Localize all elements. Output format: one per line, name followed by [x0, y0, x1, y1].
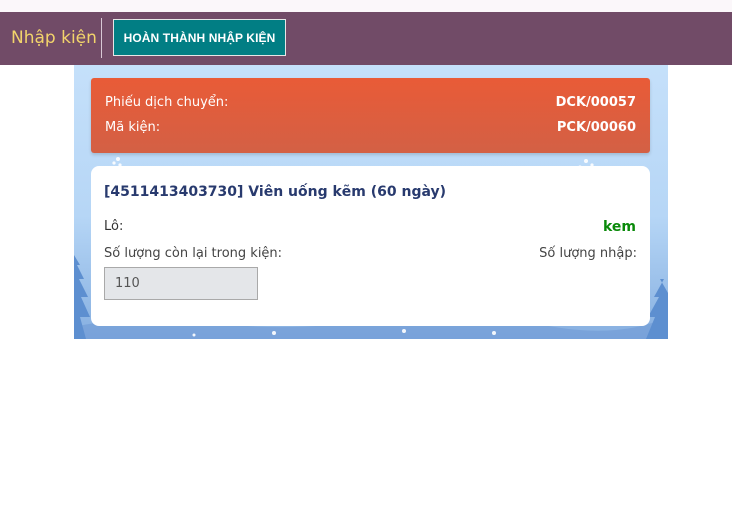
lot-label: Lô: [104, 219, 124, 234]
page-title: Nhập kiện [11, 28, 97, 48]
import-quantity-label: Số lượng nhập: [539, 246, 637, 261]
navbar-divider [101, 18, 102, 58]
product-card: [4511413403730] Viên uống kẽm (60 ngày) … [91, 166, 650, 326]
remaining-quantity-field[interactable] [104, 267, 258, 300]
package-value: PCK/00060 [556, 120, 636, 135]
top-navbar: Nhập kiện HOÀN THÀNH NHẬP KIỆN [0, 12, 732, 65]
remaining-quantity-label: Số lượng còn lại trong kiện: [104, 246, 283, 261]
top-strip [0, 0, 732, 12]
finish-import-button[interactable]: HOÀN THÀNH NHẬP KIỆN [113, 19, 286, 56]
package-row: Mã kiện: PCK/00060 [105, 120, 636, 140]
winter-background: Phiếu dịch chuyển: DCK/00057 Mã kiện: PC… [74, 65, 668, 339]
transfer-info-card: Phiếu dịch chuyển: DCK/00057 Mã kiện: PC… [91, 78, 650, 153]
product-title: [4511413403730] Viên uống kẽm (60 ngày) [104, 184, 447, 200]
transfer-value: DCK/00057 [555, 95, 636, 110]
package-label: Mã kiện: [105, 120, 161, 135]
transfer-row: Phiếu dịch chuyển: DCK/00057 [105, 95, 636, 115]
transfer-label: Phiếu dịch chuyển: [105, 95, 229, 110]
lot-value: kem [602, 219, 636, 235]
